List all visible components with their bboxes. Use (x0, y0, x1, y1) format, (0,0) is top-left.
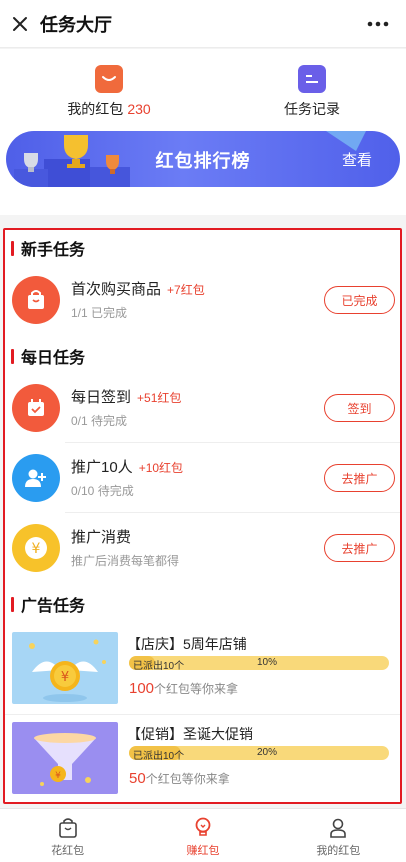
section-title-ads: 广告任务 (21, 598, 86, 615)
task-progress: 推广后消费每笔都得 (71, 554, 180, 568)
task-promote-consume: ¥ 推广消费 推广后消费每笔都得 去推广 (5, 514, 400, 582)
title-bar: 任务大厅 (0, 0, 406, 48)
ad-count-suffix: 个红包等你来拿 (145, 772, 230, 786)
calendar-icon (12, 384, 60, 432)
task-name: 推广消费 (71, 529, 132, 546)
ad-percent: 10% (257, 657, 278, 668)
task-progress: 1/1 已完成 (71, 306, 128, 320)
ad-anniversary[interactable]: ¥ 【店庆】5周年店铺 已派出10个 10% 100个红包等你来拿 (5, 628, 400, 708)
completed-button[interactable]: 已完成 (324, 286, 395, 314)
tab-label: 花红包 (51, 845, 85, 857)
ad-title: 【店庆】5周年店铺 (127, 636, 247, 652)
tab-earn-redpacket[interactable]: 赚红包 (135, 809, 270, 862)
svg-text:¥: ¥ (55, 771, 61, 781)
task-progress: 0/10 待完成 (71, 484, 134, 498)
more-icon (367, 21, 389, 27)
ad-redpacket-count: 50 (129, 770, 146, 787)
task-name: 推广10人 (71, 459, 133, 476)
yuan-coin-icon: ¥ (12, 524, 60, 572)
ad-thumbnail: ¥ (12, 632, 118, 704)
my-redpacket-label: 我的红包 (67, 101, 124, 117)
tasks-panel: 新手任务 首次购买商品 +7红包 1/1 已完成 已完成 每日任务 每日签到 +51… (3, 228, 402, 804)
checkin-button[interactable]: 签到 (324, 394, 395, 422)
shopping-bag-icon (58, 818, 77, 838)
svg-text:¥: ¥ (61, 670, 69, 685)
svg-text:¥: ¥ (32, 541, 41, 557)
bottom-tab-bar: 花红包 赚红包 我的红包 (0, 808, 406, 862)
task-reward: +7红包 (167, 283, 205, 297)
task-name: 每日签到 (71, 389, 132, 406)
page-title: 任务大厅 (40, 14, 112, 35)
ranking-view-button[interactable]: 查看 (342, 149, 372, 170)
section-title-daily: 每日任务 (21, 350, 86, 367)
records-icon (298, 65, 326, 93)
ad-thumbnail: ¥ (12, 722, 118, 794)
ad-redpacket-count: 100 (129, 680, 155, 697)
more-button[interactable] (364, 14, 392, 34)
user-icon (330, 818, 347, 838)
add-user-icon (12, 454, 60, 502)
close-icon (13, 16, 27, 31)
ad-dispatched: 已派出10个 (133, 661, 185, 670)
tab-my-redpacket[interactable]: 我的红包 (271, 809, 406, 862)
ad-percent: 20% (257, 747, 278, 758)
ad-progress-bar: 已派出10个 20% (129, 746, 389, 760)
my-redpacket-entry[interactable]: 我的红包 230 (29, 65, 189, 119)
task-daily-checkin: 每日签到 +51红包 0/1 待完成 签到 (5, 374, 400, 442)
task-first-purchase: 首次购买商品 +7红包 1/1 已完成 已完成 (5, 266, 400, 334)
tab-spend-redpacket[interactable]: 花红包 (0, 809, 135, 862)
close-button[interactable] (0, 0, 40, 48)
task-invite-10: 推广10人 +10红包 0/10 待完成 去推广 (5, 444, 400, 512)
lightbulb-icon (195, 817, 211, 836)
shopping-bag-icon (12, 276, 60, 324)
ad-title: 【促销】圣诞大促销 (127, 726, 253, 742)
ranking-banner[interactable]: 红包排行榜 查看 (6, 131, 400, 187)
ranking-title: 红包排行榜 (155, 151, 251, 171)
task-records-entry[interactable]: 任务记录 (232, 65, 392, 119)
promote-button[interactable]: 去推广 (324, 464, 395, 492)
ad-progress-bar: 已派出10个 10% (129, 656, 389, 670)
redpacket-icon (95, 65, 123, 93)
summary-panel: 我的红包 230 任务记录 红包排行榜 查看 (0, 49, 406, 215)
promote-button[interactable]: 去推广 (324, 534, 395, 562)
ad-christmas[interactable]: ¥ 【促销】圣诞大促销 已派出10个 20% 50个红包等你来拿 (5, 718, 400, 798)
section-title-newbie: 新手任务 (21, 242, 86, 259)
task-records-label: 任务记录 (284, 101, 340, 117)
task-name: 首次购买商品 (71, 281, 162, 298)
tab-label: 赚红包 (186, 845, 220, 857)
section-daily: 每日任务 (11, 344, 85, 368)
ad-dispatched: 已派出10个 (133, 751, 185, 760)
tab-label: 我的红包 (316, 845, 361, 857)
task-reward: +51红包 (137, 391, 182, 405)
task-reward: +10红包 (138, 461, 184, 475)
redpacket-count: 230 (127, 101, 151, 117)
section-newbie: 新手任务 (11, 236, 85, 260)
section-ads: 广告任务 (11, 592, 85, 616)
ad-count-suffix: 个红包等你来拿 (154, 682, 239, 696)
task-progress: 0/1 待完成 (71, 414, 128, 428)
